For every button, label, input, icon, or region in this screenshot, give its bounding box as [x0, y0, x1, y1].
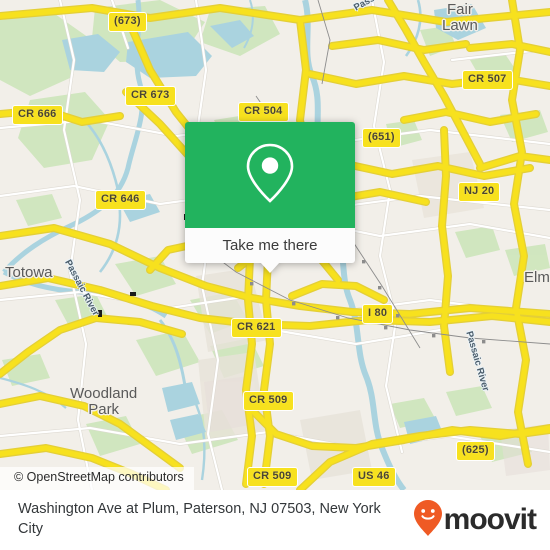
take-me-there-button[interactable]: Take me there: [222, 237, 317, 254]
osm-attribution[interactable]: © OpenStreetMap contributors: [0, 467, 194, 490]
map-pin-icon: [244, 141, 296, 210]
road-shield-us-46: US 46: [352, 467, 396, 487]
place-label-elmwood-park: Elm: [524, 269, 550, 286]
map-canvas[interactable]: .w { fill:#aad3df; } .wl { fill:none; st…: [0, 0, 550, 490]
popup-icon-area: [185, 122, 355, 228]
road-shield-625: (625): [456, 441, 495, 461]
moovit-logo[interactable]: moovit: [413, 499, 537, 542]
location-popup[interactable]: Take me there: [185, 122, 355, 273]
place-label-woodland-park: Woodland Park: [70, 385, 138, 419]
road-shield-cr-509-upper: CR 509: [243, 391, 294, 411]
road-shield-673: (673): [108, 12, 147, 32]
road-shield-cr-509-lower: CR 509: [247, 467, 298, 487]
road-shield-cr-507: CR 507: [462, 70, 513, 90]
place-label-fair-lawn: Fair Lawn: [442, 1, 478, 35]
footer-bar: Washington Ave at Plum, Paterson, NJ 075…: [0, 490, 550, 550]
moovit-wordmark: moovit: [443, 503, 537, 536]
road-shield-651: (651): [362, 128, 401, 148]
moovit-pin-icon: [413, 499, 443, 542]
popup-cta-area[interactable]: Take me there: [185, 228, 355, 273]
popup-tail: [260, 262, 280, 273]
road-shield-cr-673: CR 673: [125, 86, 176, 106]
road-shield-nj-20: NJ 20: [458, 182, 501, 202]
road-shield-cr-646: CR 646: [95, 190, 146, 210]
road-shield-cr-621: CR 621: [231, 318, 282, 338]
moovit-map-screenshot: .w { fill:#aad3df; } .wl { fill:none; st…: [0, 0, 550, 550]
address-title: Washington Ave at Plum, Paterson, NJ 075…: [18, 501, 381, 537]
place-label-totowa: Totowa: [5, 264, 53, 281]
road-shield-cr-504: CR 504: [238, 102, 289, 122]
road-shield-cr-666: CR 666: [12, 105, 63, 125]
road-shield-i-80: I 80: [362, 304, 394, 324]
